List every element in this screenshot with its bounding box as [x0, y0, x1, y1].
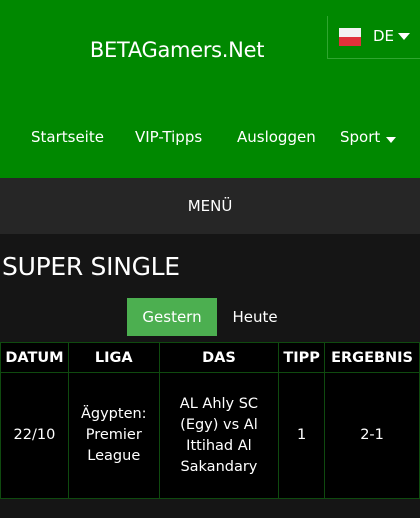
column-header-ergebnis: ERGEBNIS: [324, 342, 420, 373]
tab-heute[interactable]: Heute: [225, 298, 285, 336]
column-header-das: DAS: [158, 342, 280, 373]
site-brand[interactable]: BETAGamers.Net: [0, 38, 354, 62]
cell-date: 22/10: [0, 372, 69, 499]
column-header-liga: LIGA: [67, 342, 160, 373]
menu-toggle[interactable]: MENÜ: [0, 178, 420, 234]
germany-flag-icon: [339, 28, 361, 46]
nav-item-startseite[interactable]: Startseite: [31, 128, 104, 146]
column-header-datum: DATUM: [0, 342, 69, 373]
results-table: DATUM LIGA DAS TIPP ERGEBNIS 22/10 Ägypt…: [0, 342, 420, 499]
main-nav: Startseite VIP-Tipps Ausloggen Sport: [0, 128, 420, 150]
language-code: DE: [373, 27, 395, 45]
cell-result: 2-1: [324, 372, 420, 499]
site-header: BETAGamers.Net DE Startseite VIP-Tipps A…: [0, 0, 420, 178]
tab-gestern[interactable]: Gestern: [127, 298, 217, 336]
language-selector[interactable]: DE: [327, 16, 420, 59]
nav-item-sport[interactable]: Sport: [340, 128, 380, 146]
page-title: SUPER SINGLE: [2, 252, 180, 281]
chevron-down-icon: [398, 33, 410, 40]
table-header-row: DATUM LIGA DAS TIPP ERGEBNIS: [0, 342, 420, 373]
column-header-tipp: TIPP: [278, 342, 326, 373]
cell-league: Ägypten: Premier League: [67, 372, 160, 499]
nav-item-ausloggen[interactable]: Ausloggen: [237, 128, 316, 146]
sport-chevron-down-icon: [386, 137, 396, 143]
cell-tip: 1: [278, 372, 326, 499]
nav-item-vip-tipps[interactable]: VIP-Tipps: [135, 128, 202, 146]
table-row: 22/10 Ägypten: Premier League AL Ahly SC…: [0, 372, 420, 499]
cell-match: AL Ahly SC (Egy) vs Al Ittihad Al Sakand…: [158, 372, 280, 499]
